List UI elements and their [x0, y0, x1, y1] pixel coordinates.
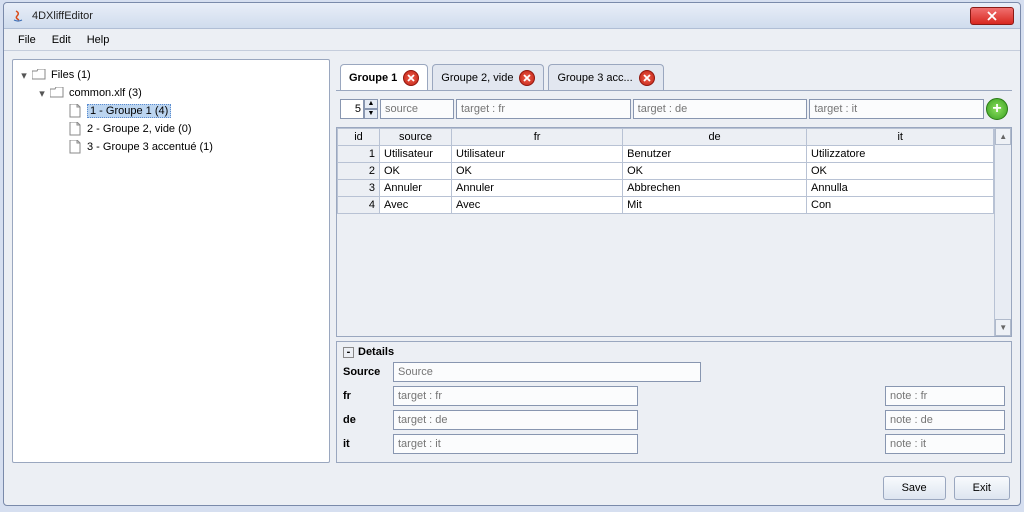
details-note-input[interactable] — [885, 386, 1005, 406]
spinner-down-icon[interactable]: ▼ — [364, 109, 378, 119]
id-spinner-input[interactable] — [340, 99, 364, 119]
content-area: ▾ Files (1) ▾ common.xlf (3) 1 - Groupe … — [4, 51, 1020, 471]
details-note-input[interactable] — [885, 410, 1005, 430]
translations-table-wrap: id source fr de it 1UtilisateurUtilisate… — [336, 127, 1012, 337]
tree-item[interactable]: 2 - Groupe 2, vide (0) — [55, 120, 323, 138]
tab-label: Groupe 3 acc... — [557, 72, 632, 84]
details-input[interactable] — [393, 434, 638, 454]
details-collapse-icon[interactable]: - — [343, 347, 354, 358]
details-input[interactable] — [393, 386, 638, 406]
details-row: de — [343, 410, 1005, 430]
window-close-button[interactable] — [970, 7, 1014, 25]
col-source[interactable]: source — [380, 129, 452, 146]
titlebar[interactable]: 4DXliffEditor — [4, 3, 1020, 29]
folder-icon — [31, 68, 47, 82]
table-row[interactable]: 1UtilisateurUtilisateurBenutzerUtilizzat… — [338, 146, 994, 163]
tree-file[interactable]: ▾ common.xlf (3) — [37, 84, 323, 102]
translations-table[interactable]: id source fr de it 1UtilisateurUtilisate… — [337, 128, 994, 214]
tab-close-icon[interactable] — [519, 70, 535, 86]
col-de[interactable]: de — [623, 129, 807, 146]
id-spinner[interactable]: ▲ ▼ — [340, 99, 378, 119]
file-icon — [67, 122, 83, 136]
vertical-scrollbar[interactable]: ▲ ▼ — [994, 128, 1011, 336]
menu-edit[interactable]: Edit — [44, 31, 79, 49]
window-title: 4DXliffEditor — [32, 10, 970, 22]
spinner-up-icon[interactable]: ▲ — [364, 99, 378, 109]
details-row: fr — [343, 386, 1005, 406]
details-panel: - Details Source fr de it — [336, 341, 1012, 463]
tabs-row: Groupe 1 Groupe 2, vide Groupe 3 acc... — [336, 59, 1012, 91]
tab[interactable]: Groupe 2, vide — [432, 64, 544, 90]
col-fr[interactable]: fr — [452, 129, 623, 146]
add-button[interactable]: + — [986, 98, 1008, 120]
tab-close-icon[interactable] — [403, 70, 419, 86]
details-note-input[interactable] — [885, 434, 1005, 454]
tree-item[interactable]: 3 - Groupe 3 accentué (1) — [55, 138, 323, 156]
new-de-input[interactable] — [633, 99, 808, 119]
details-row: it — [343, 434, 1005, 454]
file-icon — [67, 104, 83, 118]
exit-button[interactable]: Exit — [954, 476, 1010, 500]
scroll-up-icon[interactable]: ▲ — [995, 128, 1011, 145]
menu-help[interactable]: Help — [79, 31, 118, 49]
details-label: fr — [343, 390, 387, 402]
new-source-input[interactable] — [380, 99, 454, 119]
table-row[interactable]: 2OKOKOKOK — [338, 163, 994, 180]
details-input[interactable] — [393, 410, 638, 430]
footer: Save Exit — [4, 471, 1020, 505]
table-row[interactable]: 4AvecAvecMitCon — [338, 197, 994, 214]
tab[interactable]: Groupe 3 acc... — [548, 64, 663, 90]
new-entry-row: ▲ ▼ + — [336, 95, 1012, 123]
menu-file[interactable]: File — [10, 31, 44, 49]
menubar: File Edit Help — [4, 29, 1020, 51]
right-panel: Groupe 1 Groupe 2, vide Groupe 3 acc... ▲ … — [336, 59, 1012, 463]
table-row[interactable]: 3AnnulerAnnulerAbbrechenAnnulla — [338, 180, 994, 197]
tab-label: Groupe 2, vide — [441, 72, 513, 84]
tree-root[interactable]: ▾ Files (1) — [19, 66, 323, 84]
details-title: Details — [358, 346, 394, 358]
app-window: 4DXliffEditor File Edit Help ▾ Files (1)… — [3, 2, 1021, 506]
new-it-input[interactable] — [809, 99, 984, 119]
col-id[interactable]: id — [338, 129, 380, 146]
java-icon — [10, 8, 26, 24]
new-fr-input[interactable] — [456, 99, 631, 119]
scroll-down-icon[interactable]: ▼ — [995, 319, 1011, 336]
details-label: de — [343, 414, 387, 426]
tab-label: Groupe 1 — [349, 72, 397, 84]
tree-item[interactable]: 1 - Groupe 1 (4) — [55, 102, 323, 120]
tree-panel: ▾ Files (1) ▾ common.xlf (3) 1 - Groupe … — [12, 59, 330, 463]
details-label: it — [343, 438, 387, 450]
col-it[interactable]: it — [807, 129, 994, 146]
details-label: Source — [343, 366, 387, 378]
details-row: Source — [343, 362, 1005, 382]
details-input[interactable] — [393, 362, 701, 382]
tree-toggle-icon[interactable]: ▾ — [37, 87, 47, 100]
tree-toggle-icon[interactable]: ▾ — [19, 69, 29, 82]
tab[interactable]: Groupe 1 — [340, 64, 428, 90]
save-button[interactable]: Save — [883, 476, 946, 500]
file-icon — [67, 140, 83, 154]
tab-close-icon[interactable] — [639, 70, 655, 86]
folder-icon — [49, 86, 65, 100]
